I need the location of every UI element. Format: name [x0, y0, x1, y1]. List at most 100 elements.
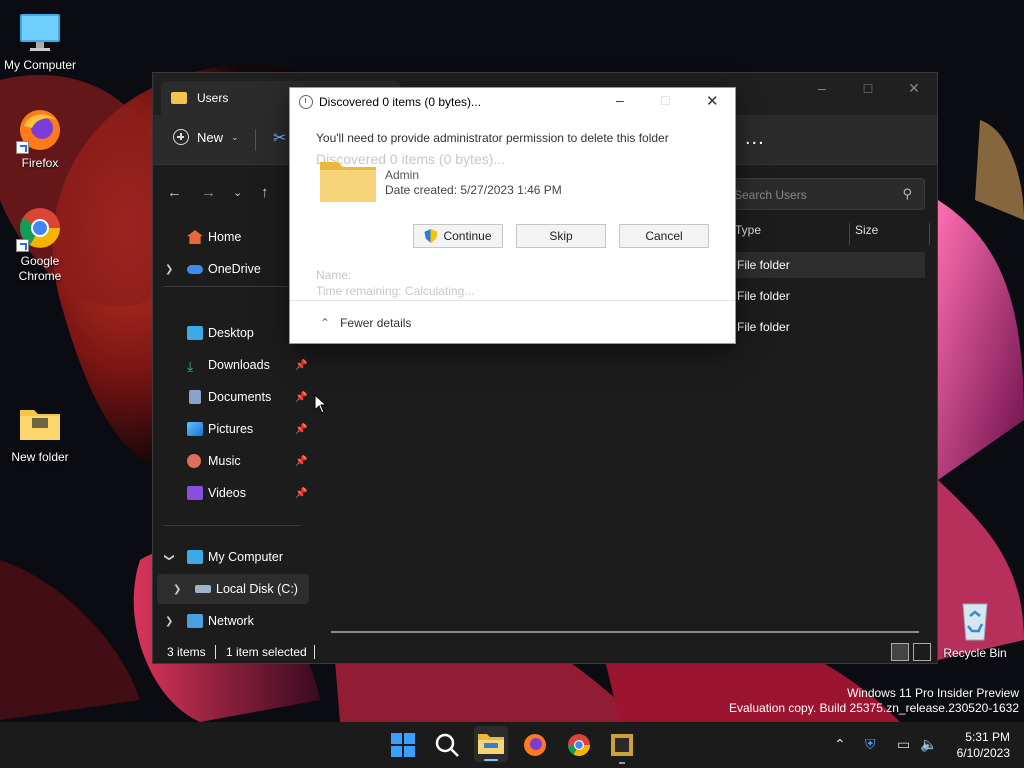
column-divider[interactable] [929, 223, 930, 245]
search-icon: ⚲ [902, 186, 912, 201]
toolbar-divider [255, 129, 256, 151]
sidebar-item-network[interactable]: ❯ Network [153, 606, 313, 636]
desktop-icon-my-computer[interactable]: My Computer [0, 8, 80, 73]
continue-label: Continue [443, 229, 492, 243]
volume-icon[interactable]: 🔈 [920, 736, 937, 753]
column-header-size[interactable]: Size [855, 223, 878, 237]
uac-shield-icon [424, 229, 438, 243]
app-taskbar-icon[interactable] [609, 732, 635, 764]
download-icon: ⤓ [187, 358, 194, 374]
more-options-button[interactable]: ... [745, 127, 765, 150]
desktop-icon-label: Recycle Bin [943, 646, 1007, 660]
ghost-time-remaining: Time remaining: Calculating... [316, 284, 475, 298]
search-button[interactable] [434, 732, 460, 758]
pin-icon[interactable]: 📌 [295, 456, 307, 467]
file-row[interactable]: File folder [733, 252, 925, 278]
security-shield-icon[interactable]: ⛨ [865, 736, 876, 753]
recent-locations-chevron-icon[interactable]: ⌄ [233, 186, 242, 199]
maximize-button[interactable]: □ [845, 73, 891, 103]
sidebar-item-local-disk[interactable]: ❯ Local Disk (C:) [157, 574, 309, 604]
close-button[interactable]: ✕ [891, 73, 937, 103]
cancel-button[interactable]: Cancel [619, 224, 709, 248]
folder-icon [171, 92, 187, 104]
chevron-right-icon: ❯ [173, 583, 182, 595]
permission-message: You'll need to provide administrator per… [316, 131, 669, 145]
shortcut-arrow-icon [16, 239, 29, 252]
forward-arrow-icon[interactable]: → [201, 184, 216, 201]
file-type: File folder [737, 289, 790, 303]
dialog-title-bar: Discovered 0 items (0 bytes)... – □ ✕ [290, 88, 735, 116]
file-row[interactable]: File folder [733, 314, 925, 340]
back-arrow-icon[interactable]: ← [167, 184, 182, 201]
column-header-type[interactable]: Type [735, 223, 761, 237]
folder-icon [16, 400, 64, 448]
tiles-view-button[interactable] [913, 643, 931, 661]
new-button[interactable]: New ⌄ [173, 129, 239, 145]
desktop-icon-chrome[interactable]: Google Chrome [0, 204, 80, 284]
system-clock[interactable]: 5:31 PM 6/10/2023 [957, 729, 1010, 761]
desktop-icon-new-folder[interactable]: New folder [0, 400, 80, 465]
cancel-label: Cancel [645, 229, 683, 243]
desktop-icon [187, 326, 203, 340]
sidebar-divider [163, 525, 301, 526]
horizontal-scrollbar[interactable] [331, 631, 919, 633]
skip-button[interactable]: Skip [516, 224, 606, 248]
document-icon [189, 390, 201, 404]
desktop-icon-recycle-bin[interactable]: Recycle Bin [935, 596, 1015, 661]
minimize-button[interactable]: – [799, 73, 845, 103]
taskbar: ⌃ ⛨ ▭ 🔈 5:31 PM 6/10/2023 [0, 722, 1024, 768]
pictures-icon [187, 422, 203, 436]
status-divider [215, 645, 216, 659]
sidebar-item-downloads[interactable]: ⤓ Downloads 📌 [153, 350, 313, 380]
network-icon[interactable]: ▭ [897, 736, 910, 753]
pin-icon[interactable]: 📌 [295, 488, 307, 499]
sidebar-item-label: Home [208, 230, 242, 244]
firefox-taskbar-icon[interactable] [522, 732, 548, 758]
sidebar-item-label: My Computer [208, 550, 284, 564]
continue-button[interactable]: Continue [413, 224, 503, 248]
search-placeholder: Search Users [734, 188, 807, 202]
file-explorer-taskbar-button[interactable] [474, 726, 508, 762]
details-view-button[interactable] [891, 643, 909, 661]
minimize-button[interactable]: – [616, 92, 624, 108]
chevron-up-icon: ⌃ [320, 316, 331, 330]
file-type: File folder [737, 320, 790, 334]
pin-icon[interactable]: 📌 [295, 424, 307, 435]
status-bar: 3 items 1 item selected [153, 641, 937, 665]
column-divider[interactable] [849, 223, 850, 245]
skip-label: Skip [549, 229, 573, 243]
new-button-label: New [197, 129, 224, 145]
sidebar-item-pictures[interactable]: Pictures 📌 [153, 414, 313, 444]
start-button[interactable] [390, 732, 416, 758]
search-input[interactable]: Search Users ⚲ [721, 178, 925, 210]
item-date-created: Date created: 5/27/2023 1:46 PM [385, 183, 562, 197]
clock-date: 6/10/2023 [956, 746, 1010, 760]
fewer-details-button[interactable]: ⌃ Fewer details [320, 316, 411, 330]
sidebar-divider [163, 286, 301, 287]
chevron-down-icon: ❯ [163, 552, 175, 562]
sidebar-item-documents[interactable]: Documents 📌 [153, 382, 313, 412]
pin-icon[interactable]: 📌 [295, 392, 307, 403]
tab-label: Users [197, 91, 229, 105]
chrome-taskbar-icon[interactable] [566, 732, 592, 758]
file-type: File folder [737, 258, 790, 272]
pin-icon[interactable]: 📌 [295, 360, 307, 371]
recycle-bin-icon [951, 596, 999, 644]
music-icon [187, 454, 201, 468]
maximize-button[interactable]: □ [661, 92, 669, 108]
fewer-details-label: Fewer details [340, 316, 412, 330]
sidebar-item-label: Downloads [208, 358, 270, 372]
sidebar-item-videos[interactable]: Videos 📌 [153, 478, 313, 508]
firefox-icon [16, 106, 64, 154]
file-row[interactable]: File folder [733, 283, 925, 309]
chrome-icon [16, 204, 64, 252]
sidebar-item-my-computer[interactable]: ❯ My Computer [153, 542, 313, 572]
up-arrow-icon[interactable]: ↑ [261, 184, 269, 201]
cut-icon[interactable]: ✂ [273, 128, 286, 148]
chevron-up-icon[interactable]: ⌃ [834, 736, 846, 753]
desktop-icon-firefox[interactable]: Firefox [0, 106, 80, 171]
watermark-line-2: Evaluation copy. Build 25375.zn_release.… [729, 701, 1019, 715]
drive-icon [195, 585, 211, 593]
close-button[interactable]: ✕ [706, 92, 719, 110]
sidebar-item-music[interactable]: Music 📌 [153, 446, 313, 476]
